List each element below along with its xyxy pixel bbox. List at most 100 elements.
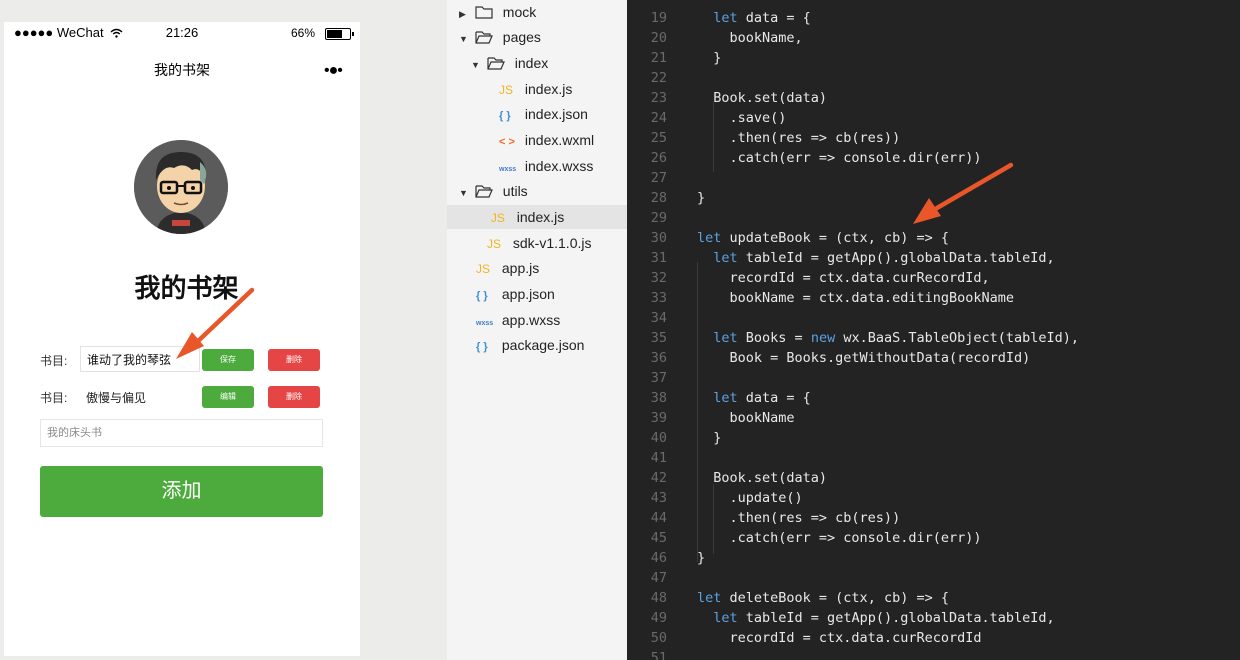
folder-icon xyxy=(475,6,493,19)
line-number: 46 xyxy=(650,550,667,566)
code-text: let updateBook = (ctx, cb) => { xyxy=(697,230,949,246)
js-file-icon: JS xyxy=(476,262,491,276)
code-text: let data = { xyxy=(713,10,811,26)
tree-label: utils xyxy=(502,183,528,199)
file-tree: ▶ mock ▼ pages ▼ index JS index.js { } i… xyxy=(447,0,627,660)
js-file-icon: JS xyxy=(490,211,505,225)
js-file-icon: JS xyxy=(499,83,514,97)
tree-label: index.wxss xyxy=(524,158,594,174)
line-number: 43 xyxy=(650,490,667,506)
delete-button[interactable]: 删除 xyxy=(268,386,320,408)
code-text: .catch(err => console.dir(err)) xyxy=(697,530,982,546)
new-book-input[interactable] xyxy=(40,419,323,447)
wxml-file-icon: < > xyxy=(499,136,515,148)
json-file-icon: { } xyxy=(476,290,488,302)
line-number: 44 xyxy=(650,510,667,526)
status-bar: ●●●●● WeChat 21:26 66% xyxy=(4,22,360,44)
code-text: Book.set(data) xyxy=(697,470,828,486)
code-text: .save() xyxy=(697,110,787,126)
expanded-arrow-icon: ▼ xyxy=(471,60,480,70)
folder-open-icon xyxy=(487,57,505,70)
code-text: recordId = ctx.data.curRecordId, xyxy=(697,270,990,286)
more-menu-icon[interactable]: •●• xyxy=(324,62,343,80)
line-number: 20 xyxy=(650,30,667,46)
avatar xyxy=(134,140,228,234)
code-text: } xyxy=(697,50,722,66)
tree-label: index xyxy=(514,55,549,71)
line-number: 42 xyxy=(650,470,667,486)
line-number: 30 xyxy=(650,230,667,246)
tree-folder-pages[interactable]: ▼ pages xyxy=(459,25,541,49)
code-text: let Books = new wx.BaaS.TableObject(tabl… xyxy=(713,330,1080,346)
code-editor[interactable]: 19 let data = {20 bookName, 21 } 22 23 Book… xyxy=(627,0,1240,660)
line-number: 19 xyxy=(650,10,667,26)
tree-file-index-wxss[interactable]: wxss index.wxss xyxy=(499,154,593,178)
tree-label: app.json xyxy=(501,286,555,302)
line-number: 27 xyxy=(650,170,667,186)
line-number: 34 xyxy=(650,310,667,326)
folder-open-icon xyxy=(475,31,493,44)
phone-simulator: ●●●●● WeChat 21:26 66% 我的书架 •●• 我的书架 书目:… xyxy=(4,22,360,656)
tree-folder-index[interactable]: ▼ index xyxy=(471,51,548,75)
edit-button[interactable]: 编辑 xyxy=(202,386,254,408)
tree-file-utils-index-js[interactable]: JS index.js xyxy=(447,205,627,229)
code-text: bookName xyxy=(697,410,795,426)
code-text: let data = { xyxy=(713,390,811,406)
save-button[interactable]: 保存 xyxy=(202,349,254,371)
code-text: } xyxy=(697,190,706,206)
tree-file-package-json[interactable]: { } package.json xyxy=(476,333,584,357)
line-number: 25 xyxy=(650,130,667,146)
line-number: 26 xyxy=(650,150,667,166)
code-text: } xyxy=(697,430,722,446)
tree-file-app-js[interactable]: JS app.js xyxy=(476,256,539,280)
code-text: .update() xyxy=(697,490,803,506)
page-heading: 我的书架 xyxy=(134,273,239,303)
code-text: } xyxy=(697,550,706,566)
tree-folder-utils[interactable]: ▼ utils xyxy=(459,179,528,203)
line-number: 50 xyxy=(650,630,667,646)
line-number: 35 xyxy=(650,330,667,346)
line-number: 41 xyxy=(650,450,667,466)
tree-label: index.json xyxy=(524,106,588,122)
tree-file-index-json[interactable]: { } index.json xyxy=(499,102,588,126)
tree-label: app.js xyxy=(501,260,540,276)
nav-title: 我的书架 xyxy=(154,62,210,78)
tree-file-index-js[interactable]: JS index.js xyxy=(499,77,572,101)
tree-label: mock xyxy=(502,4,537,20)
line-number: 28 xyxy=(650,190,667,206)
code-text: Book.set(data) xyxy=(697,90,828,106)
code-text: let tableId = getApp().globalData.tableI… xyxy=(713,610,1055,626)
line-number: 32 xyxy=(650,270,667,286)
line-number: 45 xyxy=(650,530,667,546)
js-file-icon: JS xyxy=(487,237,502,251)
tree-label: index.js xyxy=(516,209,565,225)
line-number: 22 xyxy=(650,70,667,86)
book-title-text: 傲慢与偏见 xyxy=(86,391,147,405)
book-label: 书目: xyxy=(40,391,68,405)
line-number: 37 xyxy=(650,370,667,386)
line-number: 38 xyxy=(650,390,667,406)
tree-file-app-json[interactable]: { } app.json xyxy=(476,282,555,306)
tree-file-sdk-js[interactable]: JS sdk-v1.1.0.js xyxy=(487,231,591,255)
code-text: let tableId = getApp().globalData.tableI… xyxy=(713,250,1055,266)
line-number: 31 xyxy=(650,250,667,266)
tree-label: sdk-v1.1.0.js xyxy=(512,235,592,251)
book-label: 书目: xyxy=(40,354,68,368)
tree-file-app-wxss[interactable]: wxss app.wxss xyxy=(476,308,560,332)
code-text: bookName = ctx.data.editingBookName xyxy=(697,290,1014,306)
code-text: .then(res => cb(res)) xyxy=(697,130,901,146)
tree-label: pages xyxy=(502,29,541,45)
line-number: 36 xyxy=(650,350,667,366)
book-title-input[interactable] xyxy=(80,346,200,372)
tree-label: package.json xyxy=(501,337,585,353)
tree-file-index-wxml[interactable]: < > index.wxml xyxy=(499,128,594,152)
delete-button[interactable]: 删除 xyxy=(268,349,320,371)
folder-open-icon xyxy=(475,185,493,198)
battery-percent: 66% xyxy=(291,26,316,40)
battery-icon xyxy=(325,28,354,40)
code-text: .catch(err => console.dir(err)) xyxy=(697,150,982,166)
line-number: 21 xyxy=(650,50,667,66)
line-number: 51 xyxy=(650,650,667,660)
tree-folder-mock[interactable]: ▶ mock xyxy=(459,0,536,24)
add-button[interactable]: 添加 xyxy=(40,466,323,517)
